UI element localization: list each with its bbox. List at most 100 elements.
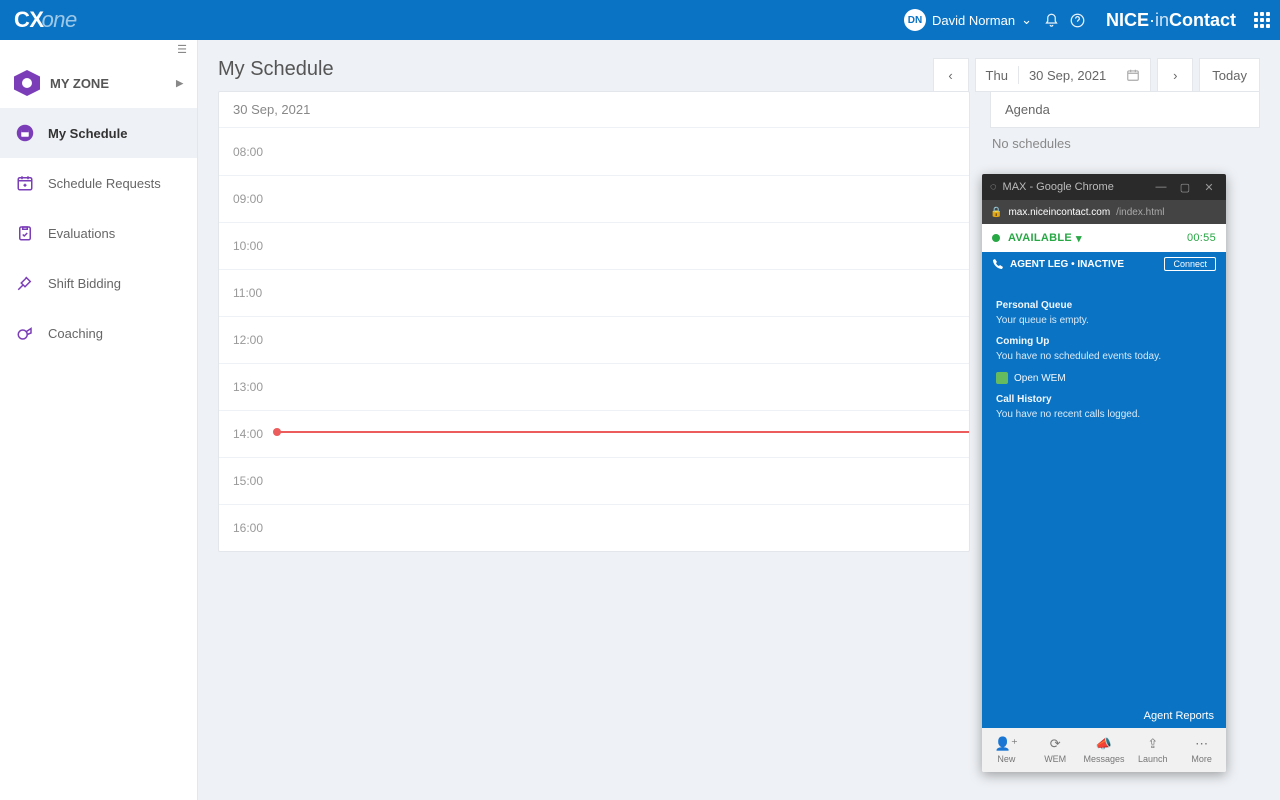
max-btn-new[interactable]: 👤⁺ New — [982, 728, 1031, 772]
wem-icon: ⟳ — [1050, 736, 1061, 752]
status-dot-icon — [992, 234, 1000, 242]
url-domain: max.niceincontact.com — [1008, 207, 1110, 218]
calendar-card: 30 Sep, 2021 08:00 09:00 10:00 11:00 12:00 13… — [218, 91, 970, 552]
logo-text-cx: CX — [14, 7, 44, 32]
status-chevron-icon: ▾ — [1076, 232, 1082, 245]
status-label: AVAILABLE — [1008, 232, 1072, 244]
sidebar: ☰ MY ZONE ▶ My Schedule Schedule Request… — [0, 40, 198, 800]
hour-row[interactable]: 08:00 — [219, 128, 969, 175]
sidebar-zone-header[interactable]: MY ZONE ▶ — [0, 58, 197, 108]
url-path: /index.html — [1116, 207, 1164, 218]
bell-icon[interactable] — [1044, 13, 1070, 28]
date-text: 30 Sep, 2021 — [1019, 68, 1116, 83]
personal-queue-header: Personal Queue — [996, 300, 1212, 311]
max-btn-messages[interactable]: 📣Messages — [1080, 728, 1129, 772]
sidebar-item-coaching[interactable]: Coaching — [0, 308, 197, 358]
today-button[interactable]: Today — [1199, 58, 1260, 92]
sidebar-item-label: Evaluations — [48, 226, 115, 241]
max-btn-label: WEM — [1044, 754, 1066, 764]
brand-right: NICE·inContact — [1106, 10, 1236, 31]
launch-icon: ⇪ — [1147, 736, 1158, 752]
clipboard-check-icon — [14, 222, 36, 244]
product-logo[interactable]: CXone — [14, 7, 77, 33]
user-menu[interactable]: DN David Norman ⌄ — [904, 9, 1032, 31]
call-history-header: Call History — [996, 394, 1212, 405]
max-btn-launch[interactable]: ⇪ Launch — [1128, 728, 1177, 772]
call-history-text: You have no recent calls logged. — [996, 409, 1212, 420]
apps-grid-icon[interactable] — [1254, 12, 1270, 28]
sidebar-item-my-schedule[interactable]: My Schedule — [0, 108, 197, 158]
hour-row[interactable]: 10:00 — [219, 222, 969, 269]
hour-label: 16:00 — [233, 521, 263, 535]
zone-hex-icon — [14, 70, 40, 96]
agenda-header: Agenda — [990, 91, 1260, 128]
hour-row[interactable]: 14:00 — [219, 410, 969, 457]
hour-label: 14:00 — [233, 427, 263, 441]
max-titlebar[interactable]: ◌ MAX - Google Chrome — ▢ ✕ — [982, 174, 1226, 200]
max-url-bar[interactable]: 🔒 max.niceincontact.com/index.html — [982, 200, 1226, 224]
personal-queue-text: Your queue is empty. — [996, 315, 1212, 326]
calendar-picker-icon[interactable] — [1116, 68, 1150, 82]
coming-up-header: Coming Up — [996, 336, 1212, 347]
chevron-down-icon: ⌄ — [1021, 12, 1032, 28]
plus-user-icon: 👤⁺ — [995, 736, 1018, 752]
user-name: David Norman — [932, 13, 1015, 28]
hour-row[interactable]: 15:00 — [219, 457, 969, 504]
date-display[interactable]: Thu 30 Sep, 2021 — [975, 58, 1152, 92]
max-btn-label: New — [997, 754, 1015, 764]
topbar: CXone DN David Norman ⌄ NICE·inContact — [0, 0, 1280, 40]
hour-row[interactable]: 09:00 — [219, 175, 969, 222]
max-window-title: MAX - Google Chrome — [1003, 181, 1146, 193]
coming-up-text: You have no scheduled events today. — [996, 351, 1212, 362]
hour-label: 15:00 — [233, 474, 263, 488]
window-close-icon[interactable]: ✕ — [1200, 181, 1218, 194]
max-btn-more[interactable]: ⋯ More — [1177, 728, 1226, 772]
gavel-icon — [14, 272, 36, 294]
open-wem-link[interactable]: Open WEM — [996, 372, 1212, 384]
hour-row[interactable]: 16:00 — [219, 504, 969, 551]
logo-text-one: one — [42, 7, 77, 32]
brand-nice: NICE — [1106, 10, 1149, 30]
zone-label: MY ZONE — [50, 76, 109, 91]
hour-label: 09:00 — [233, 192, 263, 206]
chevron-right-icon: ▶ — [176, 78, 183, 89]
open-wem-label: Open WEM — [1014, 373, 1066, 384]
next-day-button[interactable]: › — [1157, 58, 1193, 92]
help-icon[interactable] — [1070, 13, 1096, 28]
max-btn-wem[interactable]: ⟳ WEM — [1031, 728, 1080, 772]
agenda-empty-text: No schedules — [990, 128, 1260, 159]
agent-status[interactable]: AVAILABLE ▾ 00:55 — [982, 224, 1226, 252]
sidebar-item-schedule-requests[interactable]: Schedule Requests — [0, 158, 197, 208]
date-dow: Thu — [976, 68, 1018, 83]
max-bottom-bar: 👤⁺ New ⟳ WEM 📣Messages ⇪ Launch ⋯ More — [982, 728, 1226, 772]
hour-label: 10:00 — [233, 239, 263, 253]
max-btn-label: Launch — [1138, 754, 1168, 764]
hour-row[interactable]: 13:00 — [219, 363, 969, 410]
calendar-date-header: 30 Sep, 2021 — [219, 92, 969, 128]
hour-row[interactable]: 12:00 — [219, 316, 969, 363]
sidebar-item-shift-bidding[interactable]: Shift Bidding — [0, 258, 197, 308]
date-navigator: ‹ Thu 30 Sep, 2021 › Today — [933, 58, 1260, 92]
max-window: ◌ MAX - Google Chrome — ▢ ✕ 🔒 max.nicein… — [982, 174, 1226, 772]
hour-label: 11:00 — [233, 286, 262, 300]
max-btn-label: More — [1191, 754, 1212, 764]
window-minimize-icon[interactable]: — — [1152, 181, 1170, 193]
user-avatar: DN — [904, 9, 926, 31]
hour-row[interactable]: 11:00 — [219, 269, 969, 316]
brand-in: in — [1155, 10, 1169, 30]
connect-button[interactable]: Connect — [1164, 257, 1216, 271]
now-line — [275, 431, 969, 433]
window-maximize-icon[interactable]: ▢ — [1176, 181, 1194, 194]
sidebar-item-evaluations[interactable]: Evaluations — [0, 208, 197, 258]
hour-label: 12:00 — [233, 333, 263, 347]
agent-reports-link[interactable]: Agent Reports — [982, 710, 1226, 728]
prev-day-button[interactable]: ‹ — [933, 58, 969, 92]
globe-icon: ◌ — [990, 181, 997, 193]
more-icon: ⋯ — [1195, 736, 1208, 752]
calendar-icon — [14, 122, 36, 144]
agent-leg-text: AGENT LEG • INACTIVE — [1010, 259, 1124, 270]
collapse-sidebar-icon[interactable]: ☰ — [0, 40, 197, 58]
sidebar-item-label: Coaching — [48, 326, 103, 341]
brand-contact: Contact — [1169, 10, 1236, 30]
whistle-icon — [14, 322, 36, 344]
